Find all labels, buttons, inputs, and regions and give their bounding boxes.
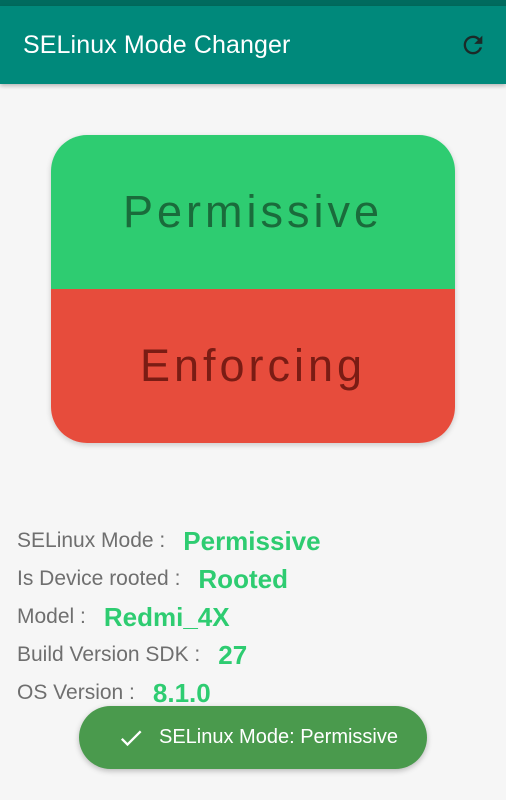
device-info-list: SELinux Mode : Permissive Is Device root… — [17, 522, 321, 712]
refresh-icon — [463, 35, 483, 55]
app-title: SELinux Mode Changer — [23, 30, 291, 59]
os-version-value: 8.1.0 — [152, 677, 211, 708]
info-label: Build Version SDK : — [17, 643, 201, 666]
check-icon — [117, 724, 145, 752]
info-label: OS Version : — [17, 681, 135, 704]
selinux-mode-value: Permissive — [183, 525, 321, 556]
rooted-status-value: Rooted — [198, 563, 288, 594]
info-row-model: Model : Redmi_4X — [17, 598, 321, 636]
info-label: Is Device rooted : — [17, 567, 181, 590]
permissive-button[interactable]: Permissive — [51, 135, 455, 289]
info-label: Model : — [17, 605, 86, 628]
info-row-sdk: Build Version SDK : 27 — [17, 636, 321, 674]
sdk-version-value: 27 — [218, 639, 248, 670]
toast-text: SELinux Mode: Permissive — [159, 726, 398, 748]
info-row-selinux-mode: SELinux Mode : Permissive — [17, 522, 321, 560]
enforcing-button[interactable]: Enforcing — [51, 289, 455, 443]
info-row-rooted: Is Device rooted : Rooted — [17, 560, 321, 598]
toast-message: SELinux Mode: Permissive — [79, 706, 427, 769]
app-bar: SELinux Mode Changer — [0, 6, 506, 84]
info-label: SELinux Mode : — [17, 529, 166, 552]
mode-toggle-card: Permissive Enforcing — [51, 135, 455, 443]
refresh-button[interactable] — [456, 28, 490, 62]
model-value: Redmi_4X — [103, 601, 230, 632]
